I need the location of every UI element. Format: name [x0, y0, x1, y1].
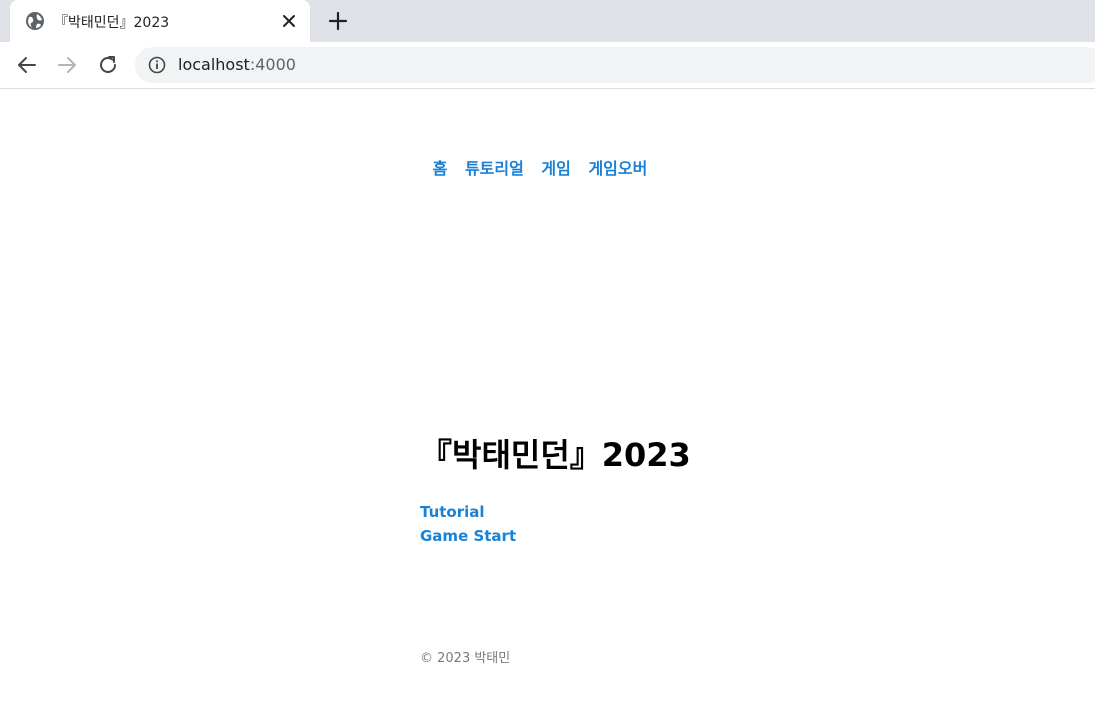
close-icon[interactable]: [280, 12, 298, 30]
info-icon[interactable]: [148, 56, 166, 74]
page-title: 『박태민던』2023: [420, 436, 691, 474]
page-content: 홈 튜토리얼 게임 게임오버 『박태민던』2023 Tutorial Game …: [0, 89, 1095, 724]
game-start-link[interactable]: Game Start: [420, 524, 516, 548]
top-nav: 홈 튜토리얼 게임 게임오버: [0, 155, 1080, 179]
url-text[interactable]: localhost:4000: [178, 55, 296, 74]
nav-link-tutorial[interactable]: 튜토리얼: [465, 159, 524, 178]
nav-link-game[interactable]: 게임: [541, 159, 570, 178]
forward-arrow-icon[interactable]: [55, 53, 79, 77]
footer-copyright: © 2023 박태민: [420, 651, 511, 666]
globe-icon: [25, 11, 45, 31]
main-menu: Tutorial Game Start: [420, 500, 516, 548]
nav-link-gameover[interactable]: 게임오버: [588, 159, 647, 178]
browser-toolbar: localhost:4000: [0, 42, 1095, 89]
nav-link-home[interactable]: 홈: [433, 159, 448, 178]
tab-strip: 『박태민던』2023: [0, 0, 1095, 42]
url-port: :4000: [249, 55, 296, 74]
address-bar[interactable]: localhost:4000: [135, 47, 1095, 83]
browser-tab[interactable]: 『박태민던』2023: [10, 0, 310, 42]
reload-icon[interactable]: [96, 53, 120, 77]
tutorial-link[interactable]: Tutorial: [420, 500, 516, 524]
new-tab-icon[interactable]: [327, 10, 349, 32]
url-host: localhost: [178, 55, 250, 74]
tab-title: 『박태민던』2023: [54, 15, 170, 31]
back-arrow-icon[interactable]: [15, 53, 39, 77]
